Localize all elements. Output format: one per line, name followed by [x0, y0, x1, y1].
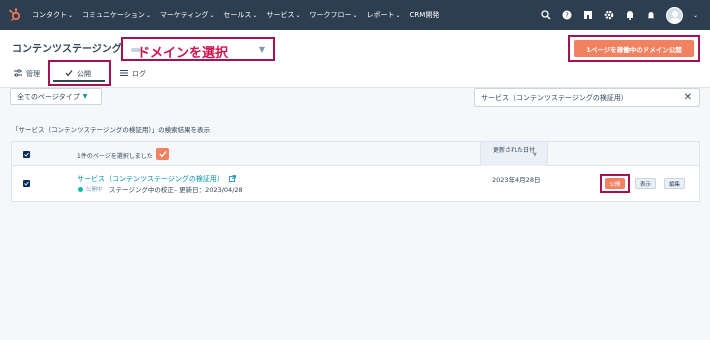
tab-label: ログ [132, 70, 146, 78]
bulk-action-button[interactable] [156, 148, 169, 160]
updated-date: 2023年4月28日 [492, 176, 541, 184]
view-button[interactable]: 表示 [635, 178, 656, 189]
svg-text:?: ? [565, 12, 569, 20]
row-checkbox[interactable] [23, 180, 30, 187]
search-input[interactable]: サービス（コンテンツステージングの検証用） ✕ [474, 88, 700, 107]
column-header-label: 更新された日付 [493, 147, 536, 154]
domain-annotation: ドメインを選択 [137, 46, 229, 61]
tab-label: 管理 [26, 70, 40, 78]
sort-icon: ▼ [533, 152, 537, 158]
search-result-caption: 「サービス（コンテンツステージングの検証用）」の検索結果を表示 [12, 126, 211, 134]
page-type-select[interactable]: 全てのページタイプ ▼ [10, 88, 102, 105]
selection-count-text: 1件のページを選択しました [77, 153, 153, 160]
chevron-down-icon[interactable]: ⌄ [693, 12, 698, 19]
close-icon[interactable]: ✕ [684, 92, 692, 103]
publish-to-live-domain-button[interactable]: 1ページを稼働中のドメイン公開 [574, 40, 694, 57]
select-all-checkbox[interactable] [23, 151, 30, 158]
nav-item-crm-dev[interactable]: CRM開発 [410, 10, 440, 20]
hubspot-logo-icon[interactable] [0, 0, 30, 30]
publish-domain-highlight: 1ページを稼働中のドメイン公開 [568, 35, 700, 62]
status-label: 公開中 [86, 187, 103, 193]
list-icon [120, 69, 128, 79]
edit-button[interactable]: 編集 [664, 178, 685, 189]
page-title-link[interactable]: サービス（コンテンツステージングの検証用） [77, 174, 236, 184]
status-dot [78, 187, 83, 192]
nav-item-reports[interactable]: レポート⌄ [367, 10, 401, 20]
chevron-down-icon: ▼ [82, 93, 88, 100]
page-title-text: サービス（コンテンツステージングの検証用） [77, 175, 224, 183]
nav-item-marketing[interactable]: マーケティング⌄ [160, 10, 214, 20]
nav-item-sales[interactable]: セールス⌄ [223, 10, 257, 20]
tab-log[interactable]: ログ [120, 66, 146, 82]
notifications-icon[interactable] [624, 9, 636, 21]
column-header-updated[interactable]: 更新された日付 ▼ [480, 142, 548, 166]
sliders-icon [14, 69, 22, 79]
domain-selector[interactable]: ドメインを選択 ▼ [121, 37, 275, 61]
table-header: 1件のページを選択しました 更新された日付 ▼ [12, 142, 699, 166]
nav-item-workflows[interactable]: ワークフロー⌄ [309, 10, 357, 20]
nav-item-service[interactable]: サービス⌄ [266, 10, 300, 20]
pages-table: 1件のページを選択しました 更新された日付 ▼ サービス（コンテンツステージング… [11, 141, 700, 202]
help-icon[interactable]: ? [561, 9, 573, 21]
tab-manage[interactable]: 管理 [14, 66, 40, 82]
external-link-icon[interactable] [229, 175, 236, 184]
page-type-value: 全てのページタイプ [17, 92, 80, 101]
settings-icon[interactable] [603, 9, 615, 21]
check-icon [65, 69, 73, 79]
nav-item-contacts[interactable]: コンタクト⌄ [32, 10, 73, 20]
page-title: コンテンツステージング [12, 44, 122, 55]
search-icon[interactable] [540, 9, 552, 21]
top-navigation: コンタクト⌄ コミュニケーション⌄ マーケティング⌄ セールス⌄ サービス⌄ ワ… [0, 0, 710, 30]
nav-item-communications[interactable]: コミュニケーション⌄ [82, 10, 151, 20]
marketplace-icon[interactable] [582, 9, 594, 21]
chevron-down-icon: ▼ [258, 45, 265, 54]
bell-icon[interactable] [645, 9, 657, 21]
publish-button-highlight: 公開 [600, 174, 630, 193]
active-tab-underline [53, 80, 105, 82]
status-detail: ステージング中の校正– 更新日：2023/04/28 [109, 186, 243, 194]
publish-button[interactable]: 公開 [605, 178, 625, 189]
avatar[interactable] [665, 6, 683, 24]
tab-label: 公開 [77, 70, 91, 78]
search-value: サービス（コンテンツステージングの検証用） [481, 93, 628, 102]
